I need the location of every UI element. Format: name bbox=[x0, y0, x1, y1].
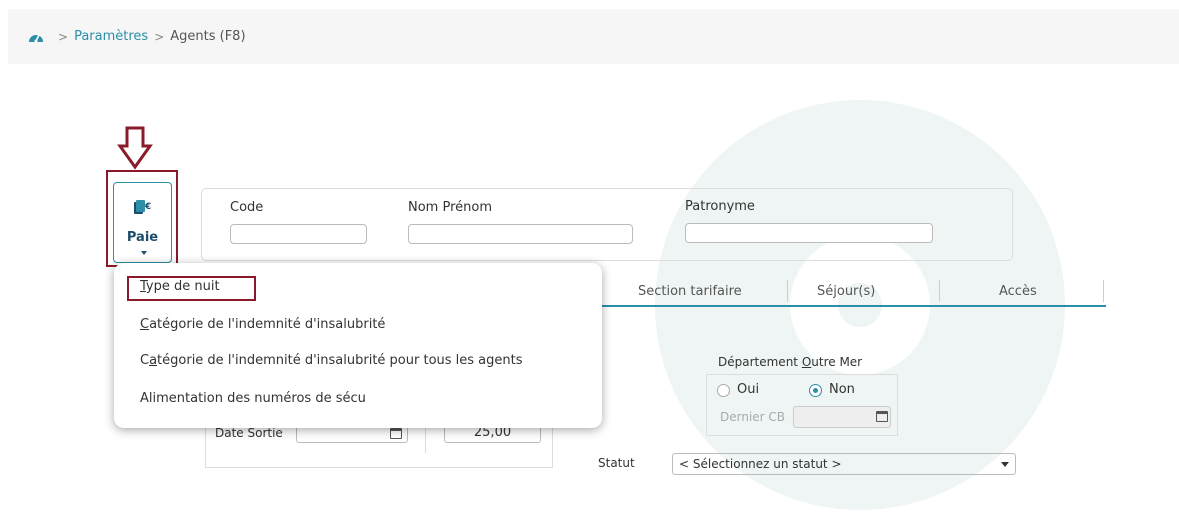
radio-non-label: Non bbox=[829, 382, 855, 397]
radio-non[interactable] bbox=[809, 384, 822, 397]
tab-divider bbox=[939, 280, 940, 302]
paie-button-label: Paie bbox=[126, 230, 159, 245]
tab-underline bbox=[600, 305, 1106, 307]
statut-label: Statut bbox=[598, 456, 635, 470]
menu-item-type-de-nuit[interactable]: Type de nuit bbox=[140, 279, 220, 294]
patronyme-input[interactable] bbox=[685, 223, 933, 243]
menu-item-alimentation-numeros-secu[interactable]: Alimentation des numéros de sécu bbox=[140, 391, 366, 406]
calendar-icon[interactable] bbox=[390, 428, 402, 439]
paie-button[interactable]: € Paie bbox=[113, 182, 172, 263]
tab-divider bbox=[1103, 280, 1104, 302]
chevron-down-icon bbox=[141, 251, 147, 255]
code-label: Code bbox=[230, 200, 264, 215]
menu-item-categorie-insalubrite-tous-agents[interactable]: Catégorie de l'indemnité d'insalubrité p… bbox=[140, 353, 523, 368]
radio-oui-label: Oui bbox=[737, 382, 760, 397]
patronyme-label: Patronyme bbox=[685, 199, 755, 214]
breadcrumb: > Paramètres > Agents (F8) bbox=[28, 29, 246, 44]
annotation-arrow-icon bbox=[117, 126, 153, 170]
date-sortie-label: Date Sortie bbox=[215, 426, 283, 440]
calendar-icon[interactable] bbox=[876, 411, 888, 422]
menu-item-categorie-insalubrite[interactable]: Catégorie de l'indemnité d'insalubrité bbox=[140, 317, 385, 332]
tab-section-tarifaire[interactable]: Section tarifaire bbox=[638, 284, 742, 299]
statut-select-value: < Sélectionnez un statut > bbox=[679, 457, 842, 471]
chevron-down-icon bbox=[1001, 462, 1009, 467]
svg-text:€: € bbox=[144, 202, 151, 212]
radio-oui[interactable] bbox=[717, 384, 730, 397]
payroll-icon: € bbox=[134, 200, 151, 214]
statut-select[interactable]: < Sélectionnez un statut > bbox=[672, 453, 1016, 475]
tab-acces[interactable]: Accès bbox=[999, 284, 1037, 299]
breadcrumb-current: Agents (F8) bbox=[170, 29, 246, 44]
paie-dropdown-menu: Type de nuit Catégorie de l'indemnité d'… bbox=[114, 263, 602, 428]
dashboard-icon[interactable] bbox=[28, 30, 44, 44]
breadcrumb-link-parametres[interactable]: Paramètres bbox=[74, 29, 148, 44]
departement-outre-mer-label: Département Outre Mer bbox=[718, 355, 863, 369]
code-input[interactable] bbox=[230, 224, 367, 244]
tab-divider bbox=[787, 280, 788, 302]
tab-bar: Section tarifaire Séjour(s) Accès bbox=[600, 276, 1106, 307]
breadcrumb-separator: > bbox=[58, 29, 69, 44]
dernier-cb-label: Dernier CB bbox=[720, 410, 786, 424]
nom-prenom-label: Nom Prénom bbox=[408, 200, 492, 215]
breadcrumb-separator: > bbox=[154, 29, 165, 44]
tab-sejours[interactable]: Séjour(s) bbox=[817, 284, 875, 299]
nom-prenom-input[interactable] bbox=[408, 224, 633, 244]
